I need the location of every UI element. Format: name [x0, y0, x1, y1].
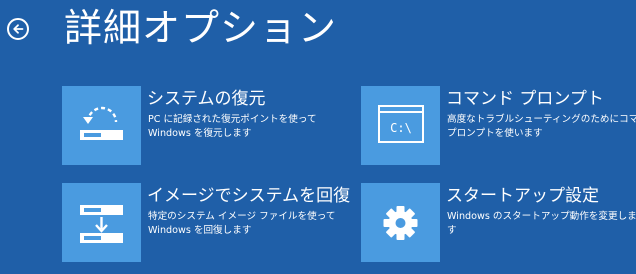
- tile-system-image-recovery[interactable]: イメージでシステムを回復 特定のシステム イメージ ファイルを使って Windo…: [62, 183, 352, 263]
- command-prompt-label: C:\: [390, 121, 412, 135]
- tile-description: 特定のシステム イメージ ファイルを使って Windows を回復します: [148, 210, 338, 238]
- tile-desc-line: PC に記録された復元ポイントを使って: [148, 114, 317, 125]
- tile-command-prompt[interactable]: C:\ コマンド プロンプト 高度なトラブルシューティングのためにコマンド プロ…: [361, 86, 636, 166]
- tile-description: Windows のスタートアップ動作を変更しま す: [447, 210, 636, 238]
- system-image-recovery-icon: [80, 205, 123, 243]
- tile-startup-settings[interactable]: スタートアップ設定 Windows のスタートアップ動作を変更しま す: [361, 183, 636, 263]
- tile-icon-box: [62, 86, 141, 165]
- header: 詳細オプション: [0, 0, 636, 60]
- tile-title: スタートアップ設定: [446, 186, 599, 206]
- tile-desc-line: Windows を復元します: [148, 128, 252, 139]
- tile-desc-line: 特定のシステム イメージ ファイルを使って: [148, 211, 336, 222]
- tile-title: コマンド プロンプト: [446, 89, 604, 109]
- tile-title: イメージでシステムを回復: [147, 186, 351, 206]
- tile-description: PC に記録された復元ポイントを使って Windows を復元します: [148, 113, 338, 141]
- back-arrow-icon: [13, 24, 24, 34]
- tile-icon-box: [361, 183, 440, 262]
- system-restore-icon: [80, 106, 123, 140]
- gear-icon: [383, 206, 418, 240]
- tile-desc-line: Windows を回復します: [148, 225, 252, 236]
- back-button[interactable]: [7, 18, 29, 40]
- tile-desc-line: 高度なトラブルシューティングのためにコマンド: [447, 114, 636, 125]
- page-title: 詳細オプション: [64, 6, 338, 50]
- tile-icon-box: C:\: [361, 86, 440, 165]
- tile-system-restore[interactable]: システムの復元 PC に記録された復元ポイントを使って Windows を復元し…: [62, 86, 352, 166]
- tile-icon-box: [62, 183, 141, 262]
- tile-description: 高度なトラブルシューティングのためにコマンド プロンプトを使います: [447, 113, 636, 141]
- tile-title: システムの復元: [147, 89, 266, 109]
- tile-desc-line: プロンプトを使います: [447, 128, 543, 139]
- command-prompt-icon: C:\: [378, 105, 424, 143]
- tile-desc-line: Windows のスタートアップ動作を変更しま: [447, 211, 636, 222]
- tile-desc-line: す: [447, 225, 457, 236]
